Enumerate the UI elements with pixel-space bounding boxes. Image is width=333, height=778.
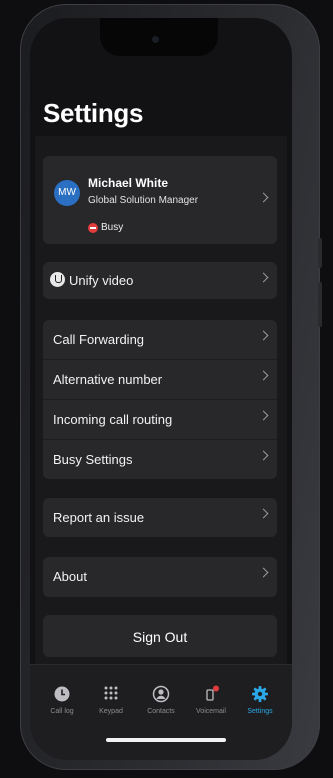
busy-status-icon xyxy=(88,223,98,233)
chevron-right-icon xyxy=(258,370,269,381)
item-label: Incoming call routing xyxy=(53,412,173,427)
tab-contacts[interactable]: Contacts xyxy=(136,685,186,715)
report-issue-label: Report an issue xyxy=(53,510,145,525)
tab-label: Call log xyxy=(50,708,74,715)
tab-voicemail[interactable]: Voicemail xyxy=(186,685,236,715)
chevron-right-icon xyxy=(258,508,269,519)
status-badge: Busy xyxy=(101,222,124,233)
chevron-right-icon xyxy=(258,192,269,203)
keypad-icon xyxy=(102,685,120,703)
call-forwarding-item[interactable]: Call Forwarding xyxy=(43,320,277,360)
chevron-right-icon xyxy=(258,567,269,578)
contacts-icon xyxy=(152,685,170,703)
front-camera xyxy=(152,36,159,43)
avatar: MW xyxy=(54,180,80,206)
item-label: Alternative number xyxy=(53,372,163,387)
volume-button xyxy=(318,238,322,268)
screen: Settings MW Michael White Global Solutio… xyxy=(30,18,292,760)
sign-out-label: Sign Out xyxy=(132,629,188,645)
clock-icon xyxy=(53,685,71,703)
tab-settings[interactable]: Settings xyxy=(235,685,285,715)
gear-icon xyxy=(251,685,269,703)
notch xyxy=(100,18,218,56)
user-role: Global Solution Manager xyxy=(88,195,199,206)
incoming-call-routing-item[interactable]: Incoming call routing xyxy=(43,400,277,440)
tab-label: Contacts xyxy=(147,708,175,715)
unify-video-item[interactable]: Unify video xyxy=(43,262,277,299)
tab-label: Keypad xyxy=(99,708,123,715)
chevron-right-icon xyxy=(258,272,269,283)
item-label: Busy Settings xyxy=(53,452,133,467)
home-indicator[interactable] xyxy=(106,738,226,742)
settings-list: MW Michael White Global Solution Manager… xyxy=(35,136,287,664)
user-name: Michael White xyxy=(88,176,169,190)
unify-logo-icon xyxy=(50,272,65,287)
about-item[interactable]: About xyxy=(43,557,277,597)
voicemail-icon xyxy=(202,685,220,703)
page-title: Settings xyxy=(43,98,144,128)
chevron-right-icon xyxy=(258,330,269,341)
tab-bar: Call log Keypad Contacts Voicemail Setti… xyxy=(30,664,292,760)
call-settings-group: Call Forwarding Alternative number Incom… xyxy=(43,320,277,479)
chevron-right-icon xyxy=(258,450,269,461)
side-button xyxy=(318,282,322,327)
sign-out-button[interactable]: Sign Out xyxy=(43,615,277,657)
report-issue-item[interactable]: Report an issue xyxy=(43,498,277,537)
alternative-number-item[interactable]: Alternative number xyxy=(43,360,277,400)
tab-label: Voicemail xyxy=(196,708,226,715)
about-label: About xyxy=(53,569,87,584)
item-label: Call Forwarding xyxy=(53,332,145,347)
unify-video-label: Unify video xyxy=(69,273,134,288)
tab-call-log[interactable]: Call log xyxy=(37,685,87,715)
busy-settings-item[interactable]: Busy Settings xyxy=(43,440,277,479)
chevron-right-icon xyxy=(258,410,269,421)
tab-keypad[interactable]: Keypad xyxy=(86,685,136,715)
tab-label: Settings xyxy=(247,708,273,715)
profile-card[interactable]: MW Michael White Global Solution Manager… xyxy=(43,156,277,244)
